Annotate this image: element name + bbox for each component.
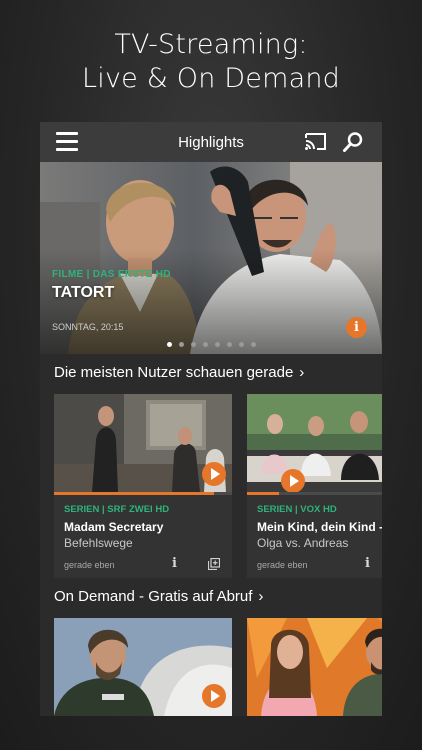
carousel-dot[interactable] bbox=[202, 342, 208, 347]
content-card[interactable] bbox=[54, 618, 232, 716]
page-title: Highlights bbox=[178, 134, 244, 151]
carousel-dot[interactable] bbox=[178, 342, 184, 347]
info-icon[interactable]: i bbox=[172, 556, 177, 571]
progress-fill bbox=[247, 492, 280, 495]
info-icon[interactable]: i bbox=[365, 556, 370, 571]
carousel-dot[interactable] bbox=[226, 342, 232, 347]
section-popular-header[interactable]: Die meisten Nutzer schauen gerade › bbox=[54, 364, 304, 381]
hero-category: FILME | DAS ERSTE HD bbox=[52, 269, 171, 280]
hero-broadcast-time: SONNTAG, 20:15 bbox=[52, 322, 124, 332]
chevron-right-icon: › bbox=[299, 364, 305, 381]
section-popular-title: Die meisten Nutzer schauen gerade bbox=[54, 364, 294, 381]
content-card[interactable]: SERIEN | VOX HD Mein Kind, dein Kind - W… bbox=[247, 394, 382, 578]
card-subtitle: Olga vs. Andreas bbox=[257, 536, 349, 550]
card-category: SERIEN | SRF ZWEI HD bbox=[64, 504, 170, 515]
card-time: gerade eben bbox=[257, 560, 308, 570]
carousel-dot[interactable] bbox=[250, 342, 256, 347]
hero-title: TATORT bbox=[52, 284, 115, 301]
promo-line-2: Live & On Demand bbox=[82, 63, 340, 94]
menu-icon[interactable] bbox=[56, 132, 78, 152]
card-subtitle: Befehlswege bbox=[64, 536, 133, 550]
play-button[interactable] bbox=[202, 684, 226, 708]
promo-headline: TV-Streaming: Live & On Demand bbox=[0, 28, 422, 96]
card-title: Madam Secretary bbox=[64, 520, 164, 534]
carousel-dot[interactable] bbox=[166, 342, 172, 347]
promo-line-1: TV-Streaming: bbox=[114, 29, 308, 60]
section-ondemand-title: On Demand - Gratis auf Abruf bbox=[54, 588, 253, 605]
card-thumbnail bbox=[54, 618, 232, 716]
card-thumbnail bbox=[54, 394, 232, 492]
play-button[interactable] bbox=[281, 469, 305, 492]
content-card[interactable]: SERIEN | SRF ZWEI HD Madam Secretary Bef… bbox=[54, 394, 232, 578]
card-time: gerade eben bbox=[64, 560, 115, 570]
cast-icon[interactable] bbox=[304, 132, 328, 152]
carousel-pagination[interactable] bbox=[40, 342, 382, 347]
watch-progress bbox=[247, 492, 382, 495]
section-ondemand-header[interactable]: On Demand - Gratis auf Abruf › bbox=[54, 588, 263, 605]
app-bar: Highlights bbox=[40, 122, 382, 162]
card-thumbnail bbox=[247, 618, 382, 716]
content-card[interactable] bbox=[247, 618, 382, 716]
app-screen: Highlights FILME | DAS ERSTE HD TATORT S… bbox=[40, 122, 382, 716]
progress-fill bbox=[54, 492, 215, 495]
card-title: Mein Kind, dein Kind - W bbox=[257, 520, 382, 534]
chevron-right-icon: › bbox=[258, 588, 264, 605]
carousel-dot[interactable] bbox=[190, 342, 196, 347]
search-icon[interactable] bbox=[342, 131, 364, 153]
add-to-list-icon[interactable] bbox=[207, 557, 221, 571]
hero-meta: FILME | DAS ERSTE HD TATORT bbox=[52, 269, 171, 302]
info-icon[interactable]: i bbox=[346, 317, 367, 338]
carousel-dot[interactable] bbox=[238, 342, 244, 347]
play-button[interactable] bbox=[202, 462, 226, 486]
card-thumbnail bbox=[247, 394, 382, 492]
carousel-dot[interactable] bbox=[214, 342, 220, 347]
card-category: SERIEN | VOX HD bbox=[257, 504, 337, 515]
watch-progress bbox=[54, 492, 232, 495]
hero-carousel[interactable]: FILME | DAS ERSTE HD TATORT SONNTAG, 20:… bbox=[40, 162, 382, 354]
